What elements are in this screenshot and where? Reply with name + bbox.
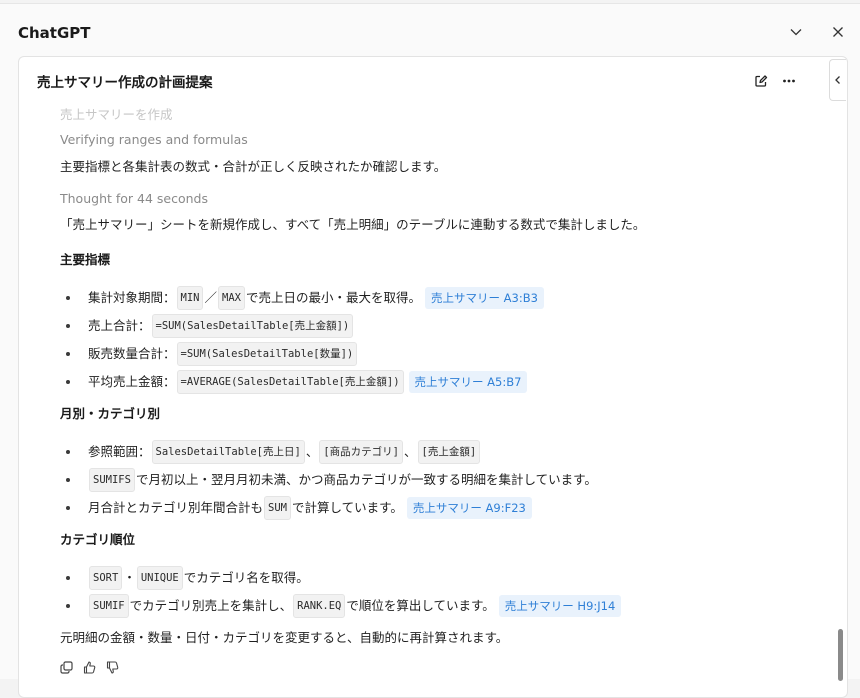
edit-button[interactable] (751, 71, 771, 91)
inline-code: SalesDetailTable[売上日] (151, 440, 305, 464)
inline-code: [商品カテゴリ] (319, 440, 403, 464)
copy-button[interactable] (58, 659, 74, 675)
inline-code: SORT (89, 566, 123, 590)
item-text: 販売数量合計： (88, 346, 176, 361)
bullet-dot (66, 604, 70, 608)
inline-code: [売上金額] (417, 440, 481, 464)
bullet-dot (66, 352, 70, 356)
list-item: SORT ・ UNIQUE でカテゴリ名を取得。 (88, 566, 309, 590)
like-button[interactable] (81, 659, 97, 675)
list-item: 販売数量合計： =SUM(SalesDetailTable[数量]) (88, 342, 358, 366)
bullet-dot (66, 324, 70, 328)
list-item: SUMIF でカテゴリ別売上を集計し、 RANK.EQ で順位を算出しています。… (88, 594, 622, 618)
bullet-dot (66, 296, 70, 300)
chevron-down-icon (789, 25, 803, 39)
item-text: 月合計とカテゴリ別年間合計も (88, 500, 264, 515)
thought-duration[interactable]: Thought for 44 seconds (60, 190, 208, 208)
dislike-button[interactable] (104, 659, 120, 675)
range-link[interactable]: 売上サマリー A9:F23 (406, 497, 532, 519)
item-text: 、 (305, 444, 319, 459)
item-text: でカテゴリ別売上を集計し、 (129, 598, 293, 613)
bullet-dot (66, 380, 70, 384)
item-text: 、 (403, 444, 417, 459)
thumbs-up-icon (83, 660, 96, 674)
item-text: 集計対象期間： (88, 290, 176, 305)
answer-outro: 元明細の金額・数量・日付・カテゴリを変更すると、自動的に再計算されます。 (60, 630, 509, 645)
bullet-dot (66, 478, 70, 482)
scrollbar-thumb[interactable] (838, 629, 843, 681)
list-item: 参照範囲： SalesDetailTable[売上日] 、 [商品カテゴリ] 、… (88, 440, 481, 464)
section-heading-monthly-category: 月別・カテゴリ別 (60, 406, 161, 421)
list-item: 売上合計： =SUM(SalesDetailTable[売上金額]) (88, 314, 354, 338)
step-verifying-detail: 主要指標と各集計表の数式・合計が正しく反映されたか確認します。 (60, 159, 447, 174)
item-text: 売上合計： (88, 318, 151, 333)
item-text: で計算しています。 (291, 500, 403, 515)
step-verifying: Verifying ranges and formulas (60, 132, 248, 147)
collapse-button[interactable] (786, 22, 806, 42)
close-icon (831, 25, 845, 39)
bullet-dot (66, 506, 70, 510)
range-link[interactable]: 売上サマリー A3:B3 (424, 287, 544, 309)
step-creating-summary: 売上サマリーを作成 (60, 107, 173, 122)
bullet-dot (66, 576, 70, 580)
item-text: ・ (123, 570, 136, 585)
inline-code: RANK.EQ (293, 594, 346, 618)
card-title: 売上サマリー作成の計画提案 (37, 75, 213, 91)
sidebar-toggle-button[interactable] (829, 59, 846, 101)
thumbs-down-icon (106, 660, 119, 674)
item-text: 平均売上金額： (88, 374, 176, 389)
section-heading-category-rank: カテゴリ順位 (60, 532, 136, 547)
bullet-dot (66, 450, 70, 454)
item-text: で月初以上・翌月月初未満、かつ商品カテゴリが一致する明細を集計しています。 (135, 472, 597, 487)
inline-code: =SUM(SalesDetailTable[数量]) (176, 342, 358, 366)
inline-code: MAX (218, 286, 245, 310)
inline-code: =SUM(SalesDetailTable[売上金額]) (151, 314, 354, 338)
list-item: 平均売上金額： =AVERAGE(SalesDetailTable[売上金額])… (88, 370, 528, 394)
app-title: ChatGPT (18, 24, 91, 42)
inline-code: SUM (264, 496, 291, 520)
copy-icon (59, 660, 73, 674)
edit-icon (754, 74, 768, 88)
close-button[interactable] (828, 22, 848, 42)
item-text: でカテゴリ名を取得。 (183, 570, 309, 585)
item-text: 参照範囲： (88, 444, 151, 459)
more-button[interactable] (779, 71, 799, 91)
section-heading-key-metrics: 主要指標 (60, 252, 111, 267)
inline-code: SUMIFS (89, 468, 135, 492)
inline-code: SUMIF (89, 594, 129, 618)
item-text: で順位を算出しています。 (346, 598, 495, 613)
range-link[interactable]: 売上サマリー H9:J14 (498, 595, 622, 617)
more-horizontal-icon (782, 74, 796, 88)
item-text: で売上日の最小・最大を取得。 (245, 290, 421, 305)
inline-code: =AVERAGE(SalesDetailTable[売上金額]) (176, 370, 404, 394)
inline-code: UNIQUE (136, 566, 183, 590)
list-item: 月合計とカテゴリ別年間合計も SUM で計算しています。 売上サマリー A9:F… (88, 496, 532, 520)
range-link[interactable]: 売上サマリー A5:B7 (408, 371, 528, 393)
inline-code: MIN (176, 286, 204, 310)
item-text: ／ (204, 290, 217, 305)
chevron-left-icon (833, 75, 843, 85)
list-item: 集計対象期間： MIN ／ MAX で売上日の最小・最大を取得。 売上サマリー … (88, 286, 544, 310)
list-item: SUMIFS で月初以上・翌月月初未満、かつ商品カテゴリが一致する明細を集計して… (88, 468, 597, 492)
answer-intro: 「売上サマリー」シートを新規作成し、すべて「売上明細」のテーブルに連動する数式で… (60, 217, 646, 232)
